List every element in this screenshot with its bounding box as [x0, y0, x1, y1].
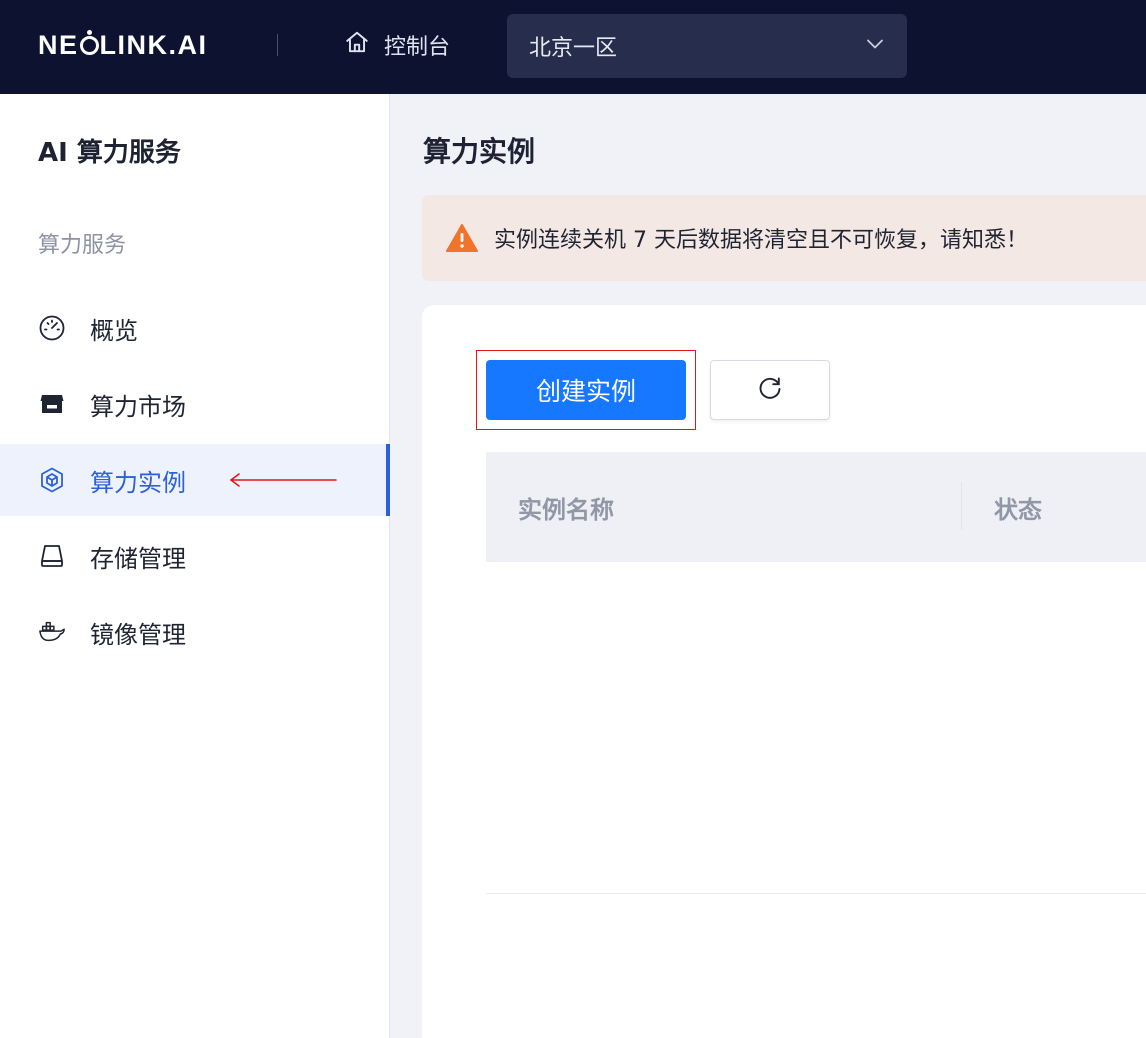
- sidebar-item-label: 存储管理: [90, 544, 186, 573]
- warning-triangle-icon: [446, 223, 478, 253]
- instances-panel: 创建实例 实例名称 状态: [422, 305, 1146, 1038]
- column-header-name[interactable]: 实例名称: [518, 452, 614, 562]
- neolink-logo[interactable]: NE LINK.AI: [38, 28, 208, 62]
- page-title: 算力实例: [423, 135, 536, 168]
- sidebar-item-label: 概览: [90, 316, 138, 345]
- column-separator: [961, 482, 962, 530]
- sidebar-item-label: 算力市场: [90, 392, 186, 421]
- sidebar-item-label: 算力实例: [90, 468, 186, 497]
- home-icon: [344, 29, 370, 61]
- sidebar-item-market[interactable]: 算力市场: [0, 368, 390, 440]
- region-select[interactable]: 北京一区: [507, 14, 907, 78]
- table-header: 实例名称 状态: [486, 452, 1146, 562]
- refresh-button[interactable]: [710, 360, 830, 420]
- logo-text-prefix: NE: [38, 29, 79, 60]
- console-link[interactable]: 控制台: [344, 28, 450, 62]
- sidebar: AI 算力服务 算力服务 概览 算力市场 算力实例 存储管理 镜像管理: [0, 94, 390, 1038]
- sidebar-item-label: 镜像管理: [90, 620, 186, 649]
- column-header-status[interactable]: 状态: [994, 452, 1042, 562]
- top-bar: NE LINK.AI 控制台 北京一区: [0, 0, 1146, 94]
- refresh-icon: [757, 375, 783, 405]
- docker-whale-icon: [38, 618, 66, 646]
- table-bottom-border: [486, 893, 1146, 894]
- sidebar-item-storage[interactable]: 存储管理: [0, 520, 390, 592]
- sidebar-item-images[interactable]: 镜像管理: [0, 596, 390, 668]
- logo-text-suffix: LINK.AI: [99, 29, 208, 60]
- sidebar-title: AI 算力服务: [38, 138, 181, 168]
- alert-text: 实例连续关机 7 天后数据将清空且不可恢复，请知悉！: [494, 228, 1028, 253]
- console-label: 控制台: [384, 35, 451, 60]
- logo-o-mark: [79, 29, 99, 55]
- chevron-down-icon: [865, 34, 885, 58]
- storage-drive-icon: [38, 542, 66, 570]
- annotation-arrow: [229, 473, 337, 487]
- market-store-icon: [38, 390, 66, 418]
- region-select-value: 北京一区: [529, 36, 618, 61]
- sidebar-item-overview[interactable]: 概览: [0, 292, 390, 364]
- create-instance-button[interactable]: 创建实例: [486, 360, 686, 420]
- top-bar-divider: [277, 34, 278, 56]
- dashboard-gauge-icon: [38, 314, 66, 342]
- warning-alert: 实例连续关机 7 天后数据将清空且不可恢复，请知悉！: [422, 195, 1146, 281]
- instance-cube-icon: [38, 466, 66, 494]
- sidebar-item-instances[interactable]: 算力实例: [0, 444, 390, 516]
- sidebar-group-label: 算力服务: [38, 233, 127, 258]
